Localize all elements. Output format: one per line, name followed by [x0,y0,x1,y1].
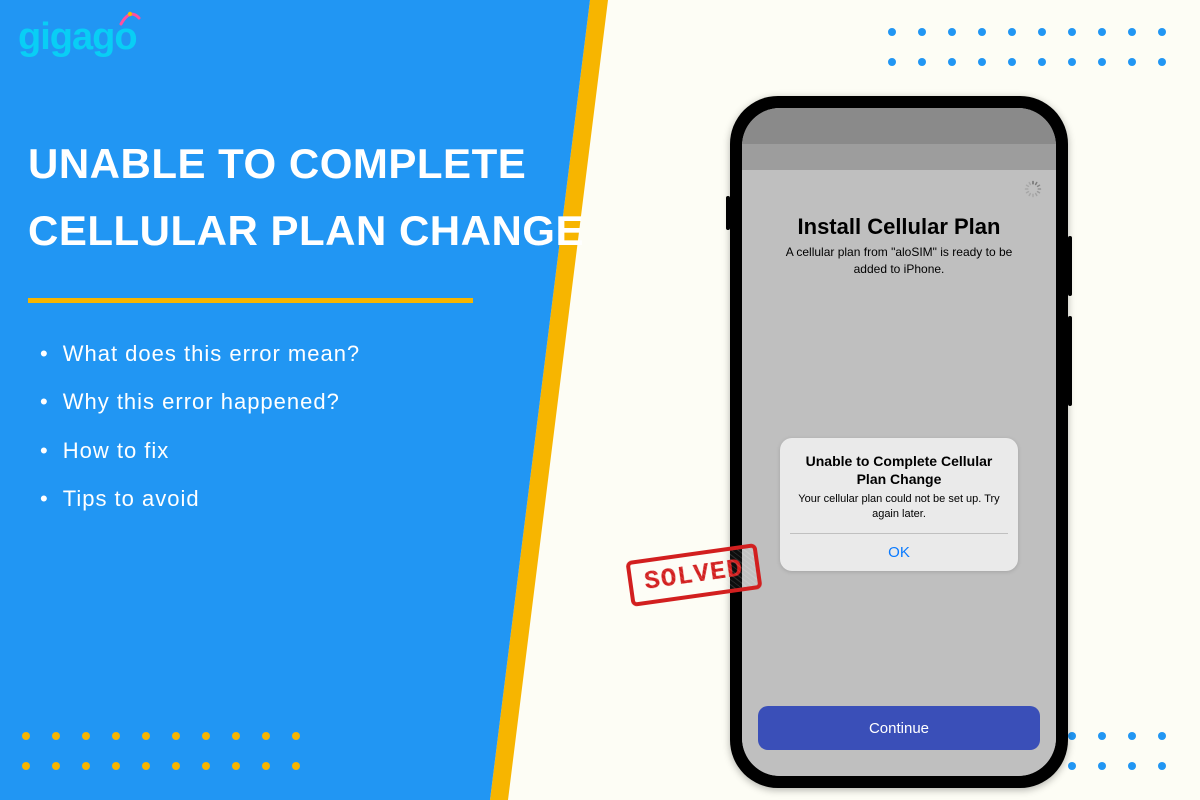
promo-graphic: gigago UNABLE TO COMPLETE CELLULAR PLAN … [0,0,1200,800]
headline-underline [28,298,473,303]
stamp-text: SOLVED [642,553,745,597]
phone-side-button [726,196,730,230]
decorative-dots-top-right [888,28,1166,66]
bullet-item: Why this error happened? [40,378,360,426]
alert-body: Your cellular plan could not be set up. … [790,492,1008,521]
install-subtitle: A cellular plan from "aloSIM" is ready t… [772,244,1026,278]
bullet-item: What does this error mean? [40,330,360,378]
headline-line-2: CELLULAR PLAN CHANGE [28,197,584,264]
phone-mockup: Install Cellular Plan A cellular plan fr… [730,96,1068,788]
bullet-list: What does this error mean? Why this erro… [40,330,360,524]
error-alert: Unable to Complete Cellular Plan Change … [780,438,1018,571]
headline-line-1: UNABLE TO COMPLETE [28,130,584,197]
alert-title: Unable to Complete Cellular Plan Change [790,452,1008,488]
decorative-dots-bottom-left [22,732,300,770]
bullet-item: Tips to avoid [40,475,360,523]
phone-nav-bar [742,144,1056,170]
logo-swoosh-icon [119,10,141,28]
headline: UNABLE TO COMPLETE CELLULAR PLAN CHANGE [28,130,584,264]
bullet-item: How to fix [40,427,360,475]
brand-logo: gigago [18,16,137,59]
continue-button[interactable]: Continue [758,706,1040,750]
continue-button-label: Continue [869,720,929,737]
phone-status-bar [742,108,1056,144]
loading-spinner-icon [1024,180,1042,198]
alert-ok-button[interactable]: OK [790,534,1008,571]
install-title: Install Cellular Plan [742,214,1056,240]
phone-screen: Install Cellular Plan A cellular plan fr… [742,108,1056,776]
